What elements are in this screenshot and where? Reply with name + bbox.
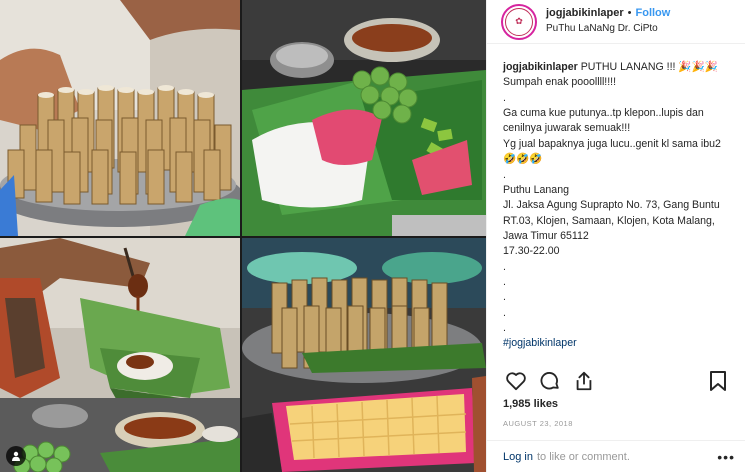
- caption-username[interactable]: jogjabikinlaper: [503, 61, 578, 73]
- login-link[interactable]: Log in: [503, 451, 533, 463]
- likes-count[interactable]: 1,985 likes: [503, 398, 558, 410]
- post-header-text: jogjabikinlaper • Follow PuThu LaNaNg Dr…: [546, 7, 670, 35]
- caption-text: jogjabikinlaper PUTHU LANANG !!! 🎉🎉🎉 Sum…: [503, 60, 731, 336]
- separator-dot: •: [627, 7, 632, 20]
- comment-icon: [540, 372, 559, 390]
- avatar[interactable]: ✿: [501, 3, 537, 40]
- person-icon: [12, 451, 20, 461]
- username-link[interactable]: jogjabikinlaper: [546, 7, 624, 21]
- photo-puthu-tray: [242, 238, 486, 472]
- post-photo[interactable]: [0, 0, 486, 472]
- photo-puthu-steamer: [0, 0, 240, 236]
- follow-button[interactable]: Follow: [636, 7, 671, 21]
- heart-icon: [506, 372, 526, 391]
- post-date: AUGUST 23, 2018: [503, 419, 573, 428]
- caption-body: PUTHU LANANG !!! 🎉🎉🎉 Sumpah enak pooolll…: [503, 61, 721, 335]
- photo-syrup-pouring: [0, 238, 240, 472]
- photo-klepon-platter: [242, 0, 486, 236]
- hashtag-link[interactable]: #jogjabikinlaper: [503, 337, 577, 349]
- share-button[interactable]: [571, 368, 597, 394]
- like-button[interactable]: [503, 368, 529, 394]
- post-caption: jogjabikinlaper PUTHU LANANG !!! 🎉🎉🎉 Sum…: [487, 44, 745, 366]
- more-options-icon[interactable]: •••: [717, 449, 735, 465]
- post-side-panel: ✿ jogjabikinlaper • Follow PuThu LaNaNg …: [486, 0, 745, 472]
- location-link[interactable]: PuThu LaNaNg Dr. CiPto: [546, 23, 670, 36]
- share-icon: [576, 371, 592, 391]
- login-prompt: to like or comment.: [536, 450, 630, 463]
- login-footer: Log in to like or comment. •••: [487, 440, 745, 472]
- avatar-logo: ✿: [505, 7, 533, 36]
- comment-button[interactable]: [537, 368, 563, 394]
- post-header: ✿ jogjabikinlaper • Follow PuThu LaNaNg …: [487, 0, 745, 44]
- user-tag-icon[interactable]: [6, 446, 26, 466]
- action-bar: [503, 367, 731, 395]
- bookmark-icon: [710, 371, 726, 391]
- save-button[interactable]: [705, 368, 731, 394]
